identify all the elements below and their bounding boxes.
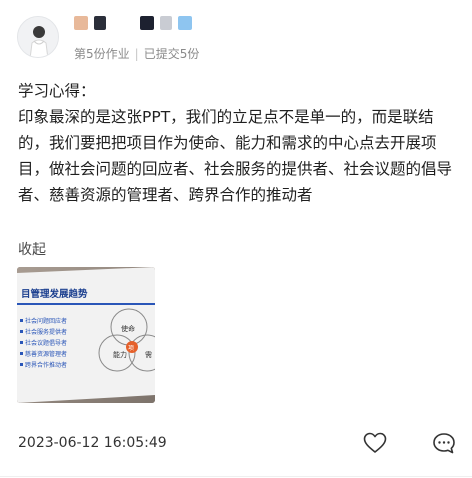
post-timestamp: 2023-06-12 16:05:49 (18, 435, 167, 451)
post-content: 学习心得： 印象最深的是这张PPT，我们的立足点不是单一的，而是联结的，我们要把… (18, 78, 458, 208)
slide-center-label: 项 (128, 345, 134, 352)
post-image-thumbnail[interactable]: 目管理发展趋势 使命 能力 需 项 社会问题回应者 社会服务提供者 社会议题倡导… (17, 267, 155, 403)
slide-photo: 目管理发展趋势 使命 能力 需 项 社会问题回应者 社会服务提供者 社会议题倡导… (17, 267, 155, 403)
redacted-block (178, 16, 192, 30)
heart-outline-icon (363, 432, 387, 453)
comment-bubble-icon (433, 433, 455, 454)
divider (0, 476, 472, 477)
submitted-count: 已提交5份 (143, 47, 200, 61)
slide-bullet: 跨界合作推动者 (25, 361, 67, 369)
post-meta: 第5份作业 | 已提交5份 (74, 45, 199, 62)
assignment-count: 第5份作业 (74, 47, 130, 61)
redacted-block (112, 16, 134, 30)
meta-separator: | (134, 47, 139, 61)
slide-circle-label: 需 (145, 351, 152, 359)
like-button[interactable] (363, 432, 387, 454)
comment-button[interactable] (432, 432, 456, 454)
slide-heading: 目管理发展趋势 (21, 288, 88, 300)
redacted-block (140, 16, 154, 30)
slide-circle-label: 能力 (113, 350, 127, 359)
content-title: 学习心得： (18, 82, 96, 100)
username-redacted (74, 14, 192, 32)
slide-bullet: 社会议题倡导者 (25, 339, 67, 347)
slide-bullet: 慈善资源管理者 (25, 350, 67, 358)
redacted-block (94, 16, 106, 30)
redacted-block (74, 16, 88, 30)
avatar-image (18, 17, 58, 57)
collapse-link[interactable]: 收起 (18, 239, 46, 259)
content-body: 印象最深的是这张PPT，我们的立足点不是单一的，而是联结的，我们要把把项目作为使… (18, 108, 453, 204)
slide-circle-label: 使命 (121, 324, 135, 333)
slide-bullet: 社会服务提供者 (25, 328, 67, 336)
redacted-block (160, 16, 172, 30)
slide-bullet: 社会问题回应者 (25, 317, 67, 325)
user-avatar[interactable] (17, 16, 59, 58)
